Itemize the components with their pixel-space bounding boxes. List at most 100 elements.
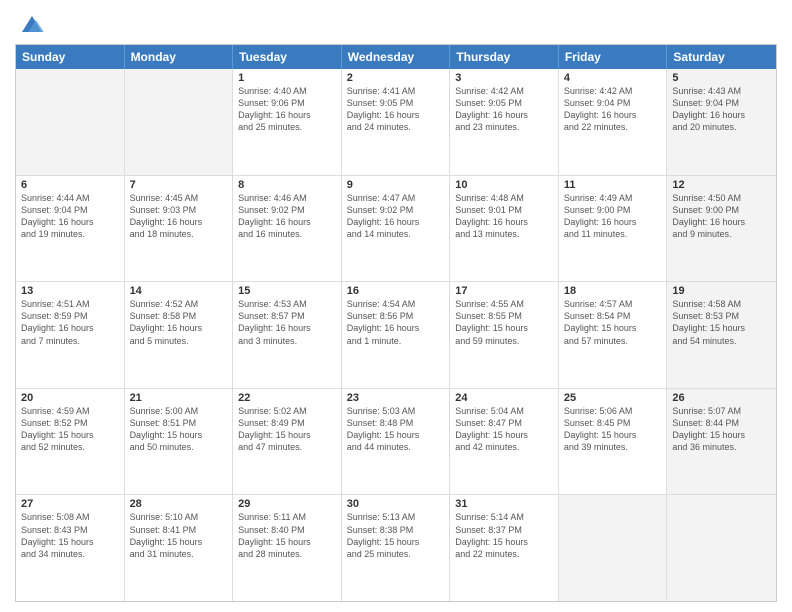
- day-cell-23: 23Sunrise: 5:03 AM Sunset: 8:48 PM Dayli…: [342, 389, 451, 495]
- sun-info: Sunrise: 4:40 AM Sunset: 9:06 PM Dayligh…: [238, 85, 336, 134]
- day-cell-5: 5Sunrise: 4:43 AM Sunset: 9:04 PM Daylig…: [667, 69, 776, 175]
- day-cell-1: 1Sunrise: 4:40 AM Sunset: 9:06 PM Daylig…: [233, 69, 342, 175]
- day-number: 19: [672, 285, 771, 297]
- day-cell-19: 19Sunrise: 4:58 AM Sunset: 8:53 PM Dayli…: [667, 282, 776, 388]
- day-cell-15: 15Sunrise: 4:53 AM Sunset: 8:57 PM Dayli…: [233, 282, 342, 388]
- sun-info: Sunrise: 4:53 AM Sunset: 8:57 PM Dayligh…: [238, 298, 336, 347]
- calendar-body: 1Sunrise: 4:40 AM Sunset: 9:06 PM Daylig…: [16, 69, 776, 601]
- sun-info: Sunrise: 4:54 AM Sunset: 8:56 PM Dayligh…: [347, 298, 445, 347]
- empty-cell: [125, 69, 234, 175]
- day-number: 25: [564, 392, 662, 404]
- day-cell-26: 26Sunrise: 5:07 AM Sunset: 8:44 PM Dayli…: [667, 389, 776, 495]
- day-cell-27: 27Sunrise: 5:08 AM Sunset: 8:43 PM Dayli…: [16, 495, 125, 601]
- day-number: 4: [564, 72, 662, 84]
- calendar-week-1: 1Sunrise: 4:40 AM Sunset: 9:06 PM Daylig…: [16, 69, 776, 176]
- day-number: 13: [21, 285, 119, 297]
- day-cell-21: 21Sunrise: 5:00 AM Sunset: 8:51 PM Dayli…: [125, 389, 234, 495]
- day-cell-22: 22Sunrise: 5:02 AM Sunset: 8:49 PM Dayli…: [233, 389, 342, 495]
- sun-info: Sunrise: 4:43 AM Sunset: 9:04 PM Dayligh…: [672, 85, 771, 134]
- logo-icon: [18, 10, 46, 38]
- header: [15, 10, 777, 38]
- day-number: 2: [347, 72, 445, 84]
- day-number: 12: [672, 179, 771, 191]
- day-number: 28: [130, 498, 228, 510]
- day-number: 14: [130, 285, 228, 297]
- sun-info: Sunrise: 4:48 AM Sunset: 9:01 PM Dayligh…: [455, 192, 553, 241]
- day-number: 17: [455, 285, 553, 297]
- sun-info: Sunrise: 4:45 AM Sunset: 9:03 PM Dayligh…: [130, 192, 228, 241]
- sun-info: Sunrise: 5:00 AM Sunset: 8:51 PM Dayligh…: [130, 405, 228, 454]
- day-cell-28: 28Sunrise: 5:10 AM Sunset: 8:41 PM Dayli…: [125, 495, 234, 601]
- header-cell-friday: Friday: [559, 45, 668, 69]
- sun-info: Sunrise: 4:42 AM Sunset: 9:04 PM Dayligh…: [564, 85, 662, 134]
- day-number: 10: [455, 179, 553, 191]
- day-cell-16: 16Sunrise: 4:54 AM Sunset: 8:56 PM Dayli…: [342, 282, 451, 388]
- sun-info: Sunrise: 5:07 AM Sunset: 8:44 PM Dayligh…: [672, 405, 771, 454]
- day-cell-4: 4Sunrise: 4:42 AM Sunset: 9:04 PM Daylig…: [559, 69, 668, 175]
- sun-info: Sunrise: 4:49 AM Sunset: 9:00 PM Dayligh…: [564, 192, 662, 241]
- day-number: 26: [672, 392, 771, 404]
- day-number: 21: [130, 392, 228, 404]
- day-number: 5: [672, 72, 771, 84]
- sun-info: Sunrise: 4:47 AM Sunset: 9:02 PM Dayligh…: [347, 192, 445, 241]
- sun-info: Sunrise: 5:06 AM Sunset: 8:45 PM Dayligh…: [564, 405, 662, 454]
- day-cell-13: 13Sunrise: 4:51 AM Sunset: 8:59 PM Dayli…: [16, 282, 125, 388]
- day-number: 3: [455, 72, 553, 84]
- sun-info: Sunrise: 5:03 AM Sunset: 8:48 PM Dayligh…: [347, 405, 445, 454]
- day-number: 11: [564, 179, 662, 191]
- day-number: 15: [238, 285, 336, 297]
- day-cell-29: 29Sunrise: 5:11 AM Sunset: 8:40 PM Dayli…: [233, 495, 342, 601]
- day-number: 18: [564, 285, 662, 297]
- empty-cell: [667, 495, 776, 601]
- sun-info: Sunrise: 4:46 AM Sunset: 9:02 PM Dayligh…: [238, 192, 336, 241]
- day-cell-31: 31Sunrise: 5:14 AM Sunset: 8:37 PM Dayli…: [450, 495, 559, 601]
- empty-cell: [16, 69, 125, 175]
- day-cell-30: 30Sunrise: 5:13 AM Sunset: 8:38 PM Dayli…: [342, 495, 451, 601]
- day-cell-14: 14Sunrise: 4:52 AM Sunset: 8:58 PM Dayli…: [125, 282, 234, 388]
- day-cell-11: 11Sunrise: 4:49 AM Sunset: 9:00 PM Dayli…: [559, 176, 668, 282]
- calendar: SundayMondayTuesdayWednesdayThursdayFrid…: [15, 44, 777, 602]
- day-number: 7: [130, 179, 228, 191]
- day-cell-18: 18Sunrise: 4:57 AM Sunset: 8:54 PM Dayli…: [559, 282, 668, 388]
- logo: [15, 14, 46, 38]
- day-cell-2: 2Sunrise: 4:41 AM Sunset: 9:05 PM Daylig…: [342, 69, 451, 175]
- header-cell-monday: Monday: [125, 45, 234, 69]
- calendar-week-2: 6Sunrise: 4:44 AM Sunset: 9:04 PM Daylig…: [16, 176, 776, 283]
- header-cell-sunday: Sunday: [16, 45, 125, 69]
- day-cell-24: 24Sunrise: 5:04 AM Sunset: 8:47 PM Dayli…: [450, 389, 559, 495]
- day-number: 9: [347, 179, 445, 191]
- day-cell-3: 3Sunrise: 4:42 AM Sunset: 9:05 PM Daylig…: [450, 69, 559, 175]
- day-number: 24: [455, 392, 553, 404]
- day-number: 30: [347, 498, 445, 510]
- day-cell-7: 7Sunrise: 4:45 AM Sunset: 9:03 PM Daylig…: [125, 176, 234, 282]
- sun-info: Sunrise: 4:58 AM Sunset: 8:53 PM Dayligh…: [672, 298, 771, 347]
- sun-info: Sunrise: 4:52 AM Sunset: 8:58 PM Dayligh…: [130, 298, 228, 347]
- day-number: 20: [21, 392, 119, 404]
- day-number: 16: [347, 285, 445, 297]
- sun-info: Sunrise: 5:14 AM Sunset: 8:37 PM Dayligh…: [455, 511, 553, 560]
- day-cell-6: 6Sunrise: 4:44 AM Sunset: 9:04 PM Daylig…: [16, 176, 125, 282]
- sun-info: Sunrise: 4:59 AM Sunset: 8:52 PM Dayligh…: [21, 405, 119, 454]
- header-cell-tuesday: Tuesday: [233, 45, 342, 69]
- day-cell-12: 12Sunrise: 4:50 AM Sunset: 9:00 PM Dayli…: [667, 176, 776, 282]
- day-number: 22: [238, 392, 336, 404]
- sun-info: Sunrise: 4:41 AM Sunset: 9:05 PM Dayligh…: [347, 85, 445, 134]
- day-cell-9: 9Sunrise: 4:47 AM Sunset: 9:02 PM Daylig…: [342, 176, 451, 282]
- header-cell-thursday: Thursday: [450, 45, 559, 69]
- sun-info: Sunrise: 4:57 AM Sunset: 8:54 PM Dayligh…: [564, 298, 662, 347]
- sun-info: Sunrise: 5:10 AM Sunset: 8:41 PM Dayligh…: [130, 511, 228, 560]
- day-cell-17: 17Sunrise: 4:55 AM Sunset: 8:55 PM Dayli…: [450, 282, 559, 388]
- header-cell-wednesday: Wednesday: [342, 45, 451, 69]
- day-number: 1: [238, 72, 336, 84]
- sun-info: Sunrise: 4:55 AM Sunset: 8:55 PM Dayligh…: [455, 298, 553, 347]
- page: SundayMondayTuesdayWednesdayThursdayFrid…: [0, 0, 792, 612]
- day-cell-20: 20Sunrise: 4:59 AM Sunset: 8:52 PM Dayli…: [16, 389, 125, 495]
- sun-info: Sunrise: 4:44 AM Sunset: 9:04 PM Dayligh…: [21, 192, 119, 241]
- calendar-header: SundayMondayTuesdayWednesdayThursdayFrid…: [16, 45, 776, 69]
- calendar-week-5: 27Sunrise: 5:08 AM Sunset: 8:43 PM Dayli…: [16, 495, 776, 601]
- sun-info: Sunrise: 5:13 AM Sunset: 8:38 PM Dayligh…: [347, 511, 445, 560]
- sun-info: Sunrise: 4:51 AM Sunset: 8:59 PM Dayligh…: [21, 298, 119, 347]
- day-number: 8: [238, 179, 336, 191]
- day-number: 27: [21, 498, 119, 510]
- day-number: 29: [238, 498, 336, 510]
